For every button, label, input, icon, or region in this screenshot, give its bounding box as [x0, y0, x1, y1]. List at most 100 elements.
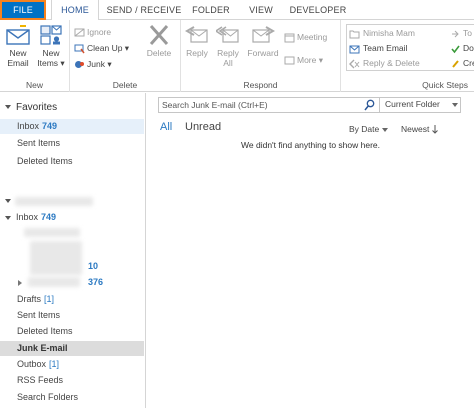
folder-outbox[interactable]: Outbox [1]: [0, 357, 144, 372]
meeting-button[interactable]: Meeting: [284, 30, 327, 44]
folder-junk-email[interactable]: Junk E-mail: [0, 341, 144, 356]
junk-icon: [75, 61, 84, 69]
quick-step-label-5: Crea: [463, 58, 474, 68]
quick-step-team-email[interactable]: Team Email: [347, 41, 407, 56]
delete-button[interactable]: Delete: [144, 24, 174, 58]
empty-folder-message: We didn't find anything to show here.: [241, 140, 380, 150]
quick-step-label-2: Reply & Delete: [363, 58, 420, 68]
search-scope-label: Current Folder: [385, 99, 440, 109]
tab-file[interactable]: FILE: [0, 0, 46, 20]
tab-developer[interactable]: DEVELOPER: [286, 0, 350, 20]
reply-icon: [185, 26, 208, 43]
new-email-button[interactable]: New Email: [4, 24, 32, 68]
create-new-icon: [452, 60, 459, 68]
reply-button[interactable]: Reply: [183, 24, 211, 58]
folder-rss-feeds[interactable]: RSS Feeds: [0, 373, 144, 388]
ribbon: New Email New Items ▾ New Ignore Clean U…: [0, 20, 474, 92]
move-to-folder-icon: [349, 30, 360, 39]
delete-icon: [149, 25, 169, 45]
ignore-button[interactable]: Ignore: [74, 25, 111, 39]
subfolder-count-376: 376: [88, 277, 104, 287]
clean-up-button[interactable]: Clean Up ▾: [74, 41, 129, 55]
reply-all-button[interactable]: Reply All: [214, 24, 242, 68]
favorites-deleted-items[interactable]: Deleted Items: [0, 154, 144, 169]
quick-step-label-0: Nimisha Mam: [363, 28, 415, 38]
filter-unread[interactable]: Unread: [185, 121, 221, 133]
more-button[interactable]: More ▾: [284, 53, 323, 67]
drafts-count: [1]: [44, 294, 55, 304]
tab-folder[interactable]: FOLDER: [188, 0, 234, 20]
quick-step-to-manager[interactable]: To M: [449, 26, 474, 41]
expand-triangle-icon: [18, 280, 22, 286]
favorites-inbox[interactable]: Inbox 749: [0, 119, 144, 134]
done-check-icon: [451, 45, 460, 54]
inbox-collapse-triangle-icon: [5, 215, 11, 220]
ribbon-tabs: FILE HOME SEND / RECEIVE FOLDER VIEW DEV…: [0, 0, 474, 21]
subfolder-count-10[interactable]: 10: [70, 259, 110, 274]
ribbon-group-quick-steps: Nimisha Mam Team Email Reply & Delete To…: [341, 20, 474, 92]
collapse-triangle-icon: [5, 105, 11, 110]
folder-deleted-items[interactable]: Deleted Items: [0, 324, 144, 339]
group-label-respond: Respond: [243, 80, 278, 90]
new-items-label-2: Items: [37, 58, 59, 68]
favorites-inbox-label: Inbox: [17, 121, 40, 131]
quick-step-nimisha[interactable]: Nimisha Mam: [347, 26, 415, 41]
favorites-inbox-count: 749: [42, 121, 58, 131]
rss-feeds-label: RSS Feeds: [17, 375, 64, 385]
sort-by-dropdown[interactable]: By Date: [349, 124, 389, 134]
outbox-count: [1]: [49, 359, 60, 369]
quick-step-label-4: Done: [463, 43, 474, 53]
clean-up-dropdown-icon: ▾: [122, 43, 130, 53]
quick-step-reply-delete[interactable]: Reply & Delete: [347, 56, 420, 71]
sort-order-toggle[interactable]: Newest: [401, 124, 438, 134]
ignore-icon: [74, 28, 85, 37]
clean-up-icon: [74, 44, 85, 54]
tab-home[interactable]: HOME: [51, 0, 99, 21]
forward-icon: [252, 26, 275, 43]
new-email-label-2: Email: [7, 58, 29, 68]
subfolder-redacted-3: [28, 277, 80, 287]
quick-step-label-3: To M: [463, 28, 474, 38]
ribbon-group-new: New Email New Items ▾ New: [0, 20, 70, 92]
search-scope-dropdown[interactable]: Current Folder: [379, 97, 462, 113]
search-bar: Current Folder: [158, 97, 461, 113]
favorites-header-label: Favorites: [16, 102, 58, 113]
reply-all-icon: [216, 26, 239, 43]
account-inbox[interactable]: Inbox 749: [0, 210, 144, 225]
search-icon[interactable]: [364, 99, 375, 111]
ignore-label: Ignore: [87, 27, 112, 37]
folder-drafts[interactable]: Drafts [1]: [0, 292, 144, 307]
delete-label: Delete: [146, 48, 172, 58]
tab-send-receive[interactable]: SEND / RECEIVE: [104, 0, 184, 20]
junk-button[interactable]: Junk ▾: [74, 57, 112, 71]
quick-step-label-1: Team Email: [363, 43, 408, 53]
new-items-button[interactable]: New Items ▾: [35, 24, 67, 68]
search-input[interactable]: [159, 98, 359, 112]
filter-all[interactable]: All: [160, 121, 172, 133]
account-inbox-count: 749: [41, 212, 57, 222]
deleted-items-label: Deleted Items: [17, 326, 73, 336]
new-email-icon: [6, 25, 30, 45]
outbox-label: Outbox: [17, 359, 47, 369]
account-collapse-triangle-icon: [5, 199, 11, 204]
group-label-quick-steps: Quick Steps: [422, 80, 468, 90]
favorites-sent-items[interactable]: Sent Items: [0, 136, 144, 151]
account-name-redacted: [15, 197, 93, 206]
forward-label: Forward: [247, 48, 279, 58]
favorites-header[interactable]: Favorites: [5, 100, 57, 115]
quick-step-create-new[interactable]: Crea: [449, 56, 474, 71]
quick-steps-gallery: Nimisha Mam Team Email Reply & Delete To…: [346, 24, 474, 71]
junk-email-label: Junk E-mail: [17, 343, 68, 353]
ribbon-group-respond: Reply Reply All Forward Meeting More ▾ R…: [181, 20, 341, 92]
forward-button[interactable]: Forward: [245, 24, 281, 58]
meeting-icon: [284, 33, 295, 43]
folder-sent-items[interactable]: Sent Items: [0, 308, 144, 323]
tab-view[interactable]: VIEW: [242, 0, 280, 20]
sent-items-label: Sent Items: [17, 310, 61, 320]
clean-up-label: Clean Up: [87, 43, 123, 53]
more-icon: [284, 56, 295, 65]
reply-delete-icon: [349, 59, 360, 69]
to-manager-icon: [452, 30, 459, 38]
quick-step-done[interactable]: Done: [449, 41, 474, 56]
folder-search-folders[interactable]: Search Folders: [0, 390, 144, 405]
